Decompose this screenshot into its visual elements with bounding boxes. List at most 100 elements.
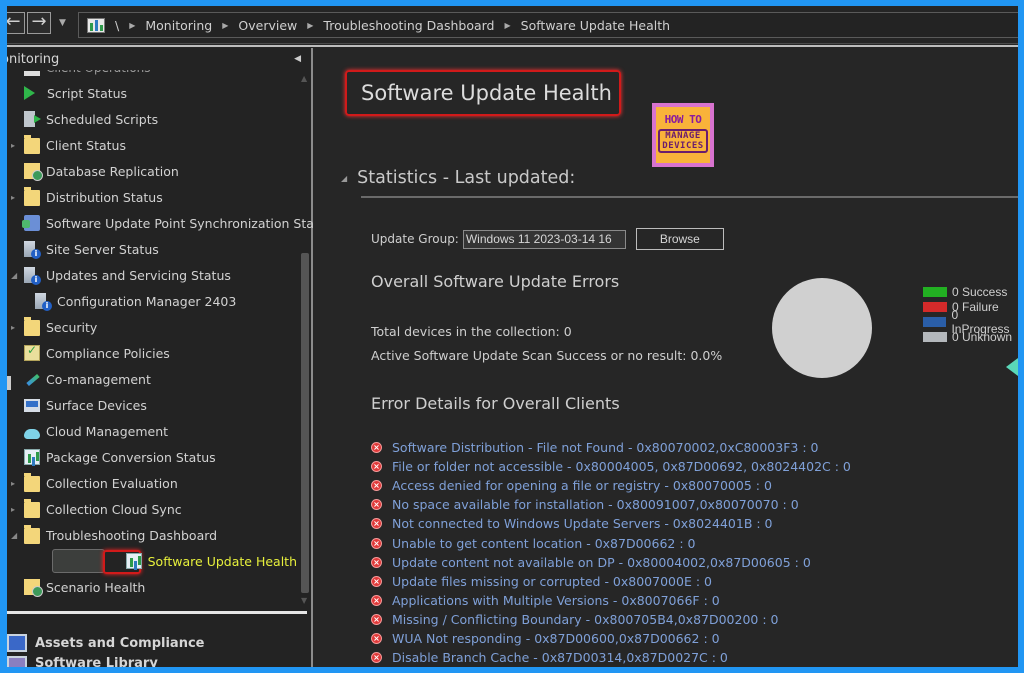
error-link[interactable]: Unable to get content location - 0x87D00… [392, 536, 695, 551]
tree-item-script-status[interactable]: Script Status [7, 80, 297, 106]
error-link[interactable]: Applications with Multiple Versions - 0x… [392, 593, 720, 608]
error-link[interactable]: WUA Not responding - 0x87D00600,0x87D006… [392, 631, 720, 646]
workspace-label: Assets and Compliance [35, 635, 205, 651]
error-item[interactable]: × Software Distribution - File not Found … [371, 438, 851, 457]
error-item[interactable]: × Disable Branch Cache - 0x87D00314,0x87D… [371, 648, 851, 667]
tree-item-client-status[interactable]: ▸ Client Status [7, 132, 297, 158]
chevron-right-icon: ▶ [222, 20, 229, 30]
tree-item-surface-devices[interactable]: Surface Devices [7, 392, 297, 418]
tree-item-database-replication[interactable]: Database Replication [7, 158, 297, 184]
sidebar-scrollbar[interactable] [301, 253, 309, 593]
overall-errors-heading: Overall Software Update Errors [371, 272, 620, 291]
collapse-icon[interactable]: ◢ [11, 531, 19, 540]
legend-item-inprogress: 0 InProgress [923, 308, 1018, 336]
breadcrumb-overview[interactable]: Overview [238, 18, 297, 33]
expand-icon[interactable]: ▸ [11, 479, 19, 488]
expand-panel-handle-icon[interactable] [1006, 358, 1018, 376]
expand-icon[interactable]: ▸ [11, 193, 19, 202]
pane-splitter[interactable] [7, 611, 307, 614]
error-item[interactable]: × Unable to get content location - 0x87D0… [371, 533, 851, 552]
tree-item-package-conversion-status[interactable]: Package Conversion Status [7, 444, 297, 470]
breadcrumb-monitoring[interactable]: Monitoring [145, 18, 212, 33]
tree-item-scenario-health[interactable]: Scenario Health [7, 574, 297, 600]
breadcrumb-root[interactable]: \ [115, 18, 119, 33]
expand-icon[interactable]: ▸ [11, 141, 19, 150]
play-icon [24, 86, 35, 100]
tree-item-collection-evaluation[interactable]: ▸ Collection Evaluation [7, 470, 297, 496]
chart-icon [24, 449, 40, 465]
error-link[interactable]: File or folder not accessible - 0x800040… [392, 459, 851, 474]
error-link[interactable]: Missing / Conflicting Boundary - 0x80070… [392, 612, 778, 627]
tree-item-label: Script Status [47, 85, 128, 101]
error-item[interactable]: × No space available for installation - 0… [371, 495, 851, 514]
error-icon: × [371, 594, 382, 606]
error-link[interactable]: Access denied for opening a file or regi… [392, 478, 772, 493]
tree-item-client-operations[interactable]: Client Operations [7, 70, 297, 80]
legend-item-unknown: 0 Unknown [923, 329, 1018, 344]
tree-item-label: Scenario Health [46, 579, 146, 595]
scroll-up-icon[interactable]: ▲ [301, 74, 307, 83]
tree-item-security[interactable]: ▸ Security [7, 314, 297, 340]
section-divider [361, 196, 1018, 198]
collapse-icon[interactable]: ◢ [11, 271, 19, 280]
error-item[interactable]: × Applications with Multiple Versions - 0… [371, 591, 851, 610]
scroll-down-icon[interactable]: ▼ [301, 596, 307, 605]
tree-item-label: Compliance Policies [46, 345, 170, 361]
tree-item-label: Troubleshooting Dashboard [46, 527, 218, 543]
tree-item-label: Database Replication [46, 163, 179, 179]
tree-item-cloud-management[interactable]: Cloud Management [7, 418, 297, 444]
scenario-health-icon [24, 579, 43, 597]
expand-icon[interactable]: ▸ [11, 505, 19, 514]
forward-button[interactable]: → [27, 12, 51, 34]
update-group-input[interactable] [462, 229, 626, 249]
tree-item-software-update-health[interactable]: Software Update Health [7, 548, 297, 574]
error-list: × Software Distribution - File not Found … [371, 438, 851, 667]
error-item[interactable]: × Missing / Conflicting Boundary - 0x8007… [371, 610, 851, 629]
tree-item-configuration-manager-2403[interactable]: Configuration Manager 2403 [7, 288, 297, 314]
error-item[interactable]: × WUA Not responding - 0x87D00600,0x87D00… [371, 629, 851, 648]
statistics-section-header[interactable]: ◢ Statistics - Last updated: [341, 168, 575, 188]
console-root-icon[interactable] [87, 17, 105, 33]
app-window: ← → ▼ \ ▶ Monitoring ▶ Overview ▶ Troubl… [7, 6, 1018, 667]
error-icon: × [371, 499, 382, 511]
tree-item-scheduled-scripts[interactable]: Scheduled Scripts [7, 106, 297, 132]
arrow-left-icon: ← [7, 11, 21, 32]
tree-item-updates-and-servicing-status[interactable]: ◢ Updates and Servicing Status [7, 262, 297, 288]
tree-item-site-server-status[interactable]: Site Server Status [7, 236, 297, 262]
error-item[interactable]: × File or folder not accessible - 0x80004… [371, 457, 851, 476]
tree-item-distribution-status[interactable]: ▸ Distribution Status [7, 184, 297, 210]
tree-item-label: Package Conversion Status [46, 449, 216, 465]
error-link[interactable]: Update files missing or corrupted - 0x80… [392, 574, 712, 589]
breadcrumb-software-update-health[interactable]: Software Update Health [521, 18, 670, 33]
browse-button[interactable]: Browse [635, 228, 724, 250]
error-link[interactable]: Not connected to Windows Update Servers … [392, 516, 773, 531]
collapse-pane-icon[interactable]: ◀ [294, 54, 301, 64]
tree-item-label: Scheduled Scripts [46, 111, 159, 127]
workspace-software-library[interactable]: Software Library [7, 656, 158, 667]
workspace-assets-and-compliance[interactable]: Assets and Compliance [7, 628, 204, 658]
tree-item-compliance-policies[interactable]: Compliance Policies [7, 340, 297, 366]
tree-item-collection-cloud-sync[interactable]: ▸ Collection Cloud Sync [7, 496, 297, 522]
error-item[interactable]: × Update content not available on DP - 0x… [371, 553, 851, 572]
back-button[interactable]: ← [7, 12, 25, 34]
server-info-icon [35, 293, 52, 311]
pane-resize-handle[interactable] [7, 376, 11, 390]
expand-icon[interactable]: ▸ [11, 323, 19, 332]
tree-item-sup-synchronization-status[interactable]: Software Update Point Synchronization St… [7, 210, 314, 236]
error-link[interactable]: Software Distribution - File not Found -… [392, 440, 818, 455]
tree-item-label: Cloud Management [46, 423, 169, 439]
error-item[interactable]: × Access denied for opening a file or reg… [371, 476, 851, 495]
history-dropdown-icon[interactable]: ▼ [59, 18, 66, 28]
tree-item-co-management[interactable]: Co-management [7, 366, 297, 392]
error-item[interactable]: × Update files missing or corrupted - 0x8… [371, 572, 851, 591]
error-link[interactable]: No space available for installation - 0x… [392, 497, 799, 512]
pie-empty-slice [772, 278, 872, 378]
error-details-heading: Error Details for Overall Clients [371, 394, 620, 413]
total-devices-text: Total devices in the collection: 0 [371, 324, 572, 339]
breadcrumb-troubleshooting-dashboard[interactable]: Troubleshooting Dashboard [323, 18, 494, 33]
tree-item-troubleshooting-dashboard[interactable]: ◢ Troubleshooting Dashboard [7, 522, 297, 548]
error-link[interactable]: Disable Branch Cache - 0x87D00314,0x87D0… [392, 650, 728, 665]
error-item[interactable]: × Not connected to Windows Update Servers… [371, 514, 851, 533]
collapse-section-icon[interactable]: ◢ [341, 174, 347, 183]
error-link[interactable]: Update content not available on DP - 0x8… [392, 555, 811, 570]
